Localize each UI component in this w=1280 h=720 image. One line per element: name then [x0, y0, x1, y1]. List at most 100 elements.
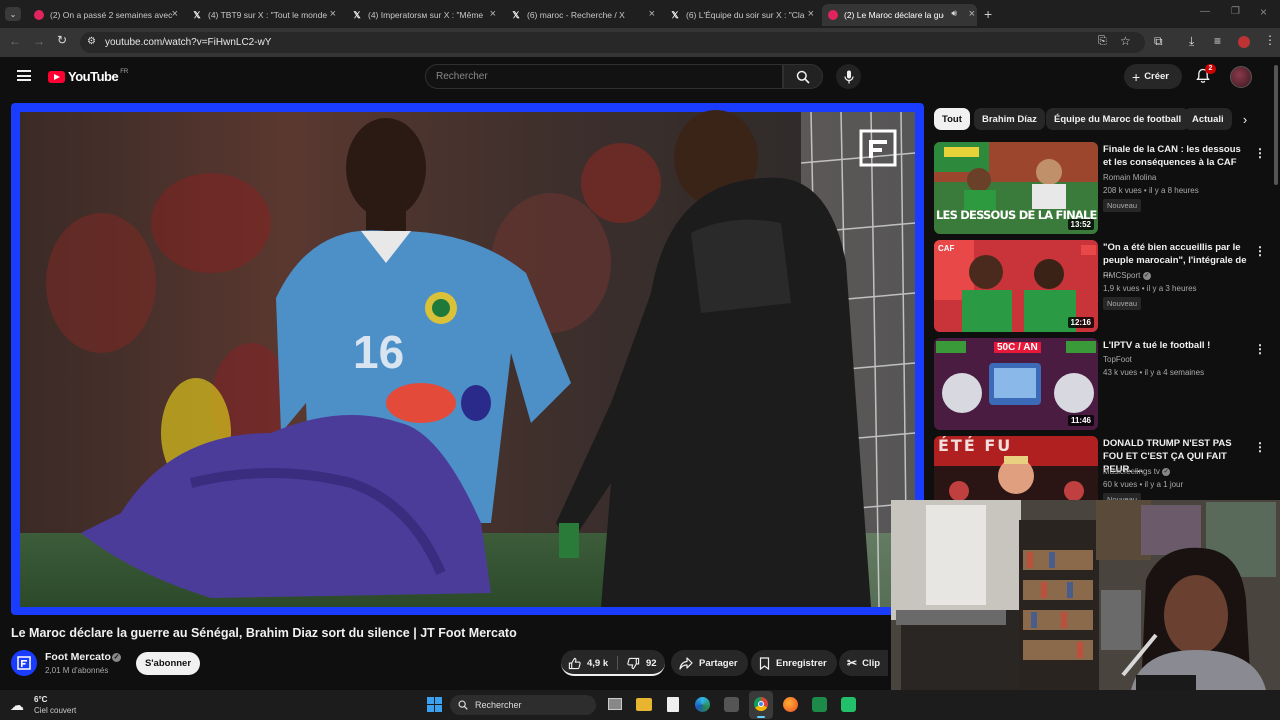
recommendation-channel[interactable]: Musicfeelings tv ✓: [1103, 467, 1171, 476]
video-thumbnail[interactable]: LES DESSOUS DE LA FINALE ! 13:52: [934, 142, 1098, 234]
hamburger-menu-icon[interactable]: [17, 70, 31, 81]
maximize-button[interactable]: ❐: [1231, 6, 1240, 17]
firefox-icon[interactable]: [783, 697, 798, 712]
recommendation-channel[interactable]: RMCSport ✓: [1103, 271, 1151, 280]
thumbs-down-icon: [627, 657, 640, 669]
youtube-logo[interactable]: YouTube FR: [48, 69, 128, 84]
more-options-icon[interactable]: ⋮: [1254, 342, 1266, 356]
address-bar[interactable]: ⚙ youtube.com/watch?v=FiHwnLC2-wY ⎘ ☆: [80, 32, 1145, 53]
youtube-icon: [828, 10, 838, 20]
bookmark-star-icon[interactable]: ☆: [1120, 34, 1131, 48]
chip-all[interactable]: Tout: [934, 108, 970, 130]
forward-button[interactable]: →: [33, 34, 45, 48]
search-input[interactable]: Rechercher: [425, 64, 783, 89]
speaker-icon[interactable]: 🔊︎: [951, 8, 957, 19]
search-placeholder: Rechercher: [436, 71, 488, 82]
url-text[interactable]: youtube.com/watch?v=FiHwnLC2-wY: [105, 37, 271, 48]
close-icon[interactable]: ×: [490, 8, 496, 20]
video-thumbnail[interactable]: ÉTÉ FU: [934, 436, 1098, 502]
browser-tab[interactable]: (2) On a passé 2 semaines avec ×: [28, 4, 180, 26]
site-info-icon[interactable]: ⚙: [87, 36, 96, 47]
close-icon[interactable]: ×: [330, 8, 336, 20]
recommendation-channel[interactable]: Romain Molina: [1103, 173, 1156, 182]
chip-news[interactable]: Actuali: [1184, 108, 1232, 130]
more-options-icon[interactable]: ⋮: [1254, 146, 1266, 160]
recommendation-item[interactable]: 50C / AN 11:46 L'IPTV a tué le football …: [934, 338, 1266, 430]
clip-label: Clip: [862, 657, 881, 669]
channel-avatar[interactable]: [11, 650, 37, 676]
new-badge: Nouveau: [1103, 297, 1142, 310]
notifications-button[interactable]: 2: [1196, 64, 1216, 83]
video-thumbnail[interactable]: CAF 12:16: [934, 240, 1098, 332]
store-icon[interactable]: [724, 697, 739, 712]
close-icon[interactable]: ×: [172, 8, 178, 20]
file-explorer-icon[interactable]: [636, 698, 652, 711]
like-button[interactable]: 4,9 k: [568, 652, 608, 674]
arrow-right-icon: →: [33, 34, 45, 48]
tab-label: (4) Imperatorsм sur X : "Même: [368, 10, 484, 20]
recommendation-item[interactable]: LES DESSOUS DE LA FINALE ! 13:52 Finale …: [934, 142, 1266, 234]
new-tab-button[interactable]: +: [984, 6, 992, 22]
back-button[interactable]: ←: [9, 34, 21, 48]
browser-tab[interactable]: 𝕏 (4) TBT9 sur X : "Tout le monde ×: [186, 4, 338, 26]
app-icon-green[interactable]: [812, 697, 827, 712]
video-player[interactable]: 16: [11, 103, 924, 615]
youtube-icon: [34, 10, 44, 20]
recommendation-title[interactable]: Finale de la CAN : les dessous et les co…: [1103, 143, 1248, 169]
scissors-icon: ✂: [847, 656, 858, 670]
close-icon[interactable]: ×: [969, 8, 975, 20]
tab-search-button[interactable]: ⌄: [5, 7, 21, 21]
search-button[interactable]: [783, 64, 823, 89]
recommendation-title[interactable]: L'IPTV a tué le football !: [1103, 339, 1248, 352]
media-control-icon[interactable]: ≡: [1214, 34, 1221, 48]
minimize-button[interactable]: —: [1200, 6, 1210, 17]
thumbs-up-icon: [568, 657, 581, 669]
install-app-icon[interactable]: ⎘: [1098, 35, 1107, 48]
weather-icon[interactable]: ☁: [10, 697, 24, 714]
recommendation-item[interactable]: CAF 12:16 "On a été bien accueillis par …: [934, 240, 1266, 332]
recommendation-item[interactable]: ÉTÉ FU DONALD TRUMP N'EST PAS FOU ET C'E…: [934, 436, 1264, 502]
edge-icon[interactable]: [695, 697, 710, 712]
more-options-icon[interactable]: ⋮: [1254, 440, 1264, 454]
page-scrollbar[interactable]: [1274, 65, 1278, 185]
more-options-icon[interactable]: ⋮: [1254, 244, 1266, 258]
chip-brahim-diaz[interactable]: Brahim Díaz: [974, 108, 1045, 130]
taskbar-search[interactable]: Rechercher: [450, 695, 596, 715]
channel-name[interactable]: Foot Mercato: [45, 651, 111, 663]
spotify-like-icon[interactable]: [841, 697, 856, 712]
close-icon[interactable]: ×: [808, 8, 814, 20]
download-icon[interactable]: ⤓: [1189, 34, 1194, 49]
windows-start-icon[interactable]: [427, 697, 442, 712]
window-close-button[interactable]: ×: [1260, 5, 1267, 19]
create-button[interactable]: + Créer: [1124, 64, 1182, 89]
browser-tab[interactable]: 𝕏 (4) Imperatorsм sur X : "Même ×: [346, 4, 498, 26]
close-icon[interactable]: ×: [649, 8, 655, 20]
dislike-button[interactable]: 92: [627, 652, 657, 674]
clip-button[interactable]: ✂ Clip: [839, 650, 889, 676]
weather-condition[interactable]: Ciel couvert: [34, 706, 76, 715]
chip-morocco-team[interactable]: Équipe du Maroc de football: [1046, 108, 1190, 130]
chips-next-button[interactable]: ›: [1234, 108, 1256, 130]
extensions-icon[interactable]: ⧉: [1154, 34, 1163, 49]
recommendation-meta: 1,9 k vues • il y a 3 heures: [1103, 284, 1197, 293]
recommendation-channel[interactable]: TopFoot: [1103, 355, 1132, 364]
notepad-icon[interactable]: [667, 697, 679, 712]
profile-avatar[interactable]: [1238, 36, 1250, 48]
windows-taskbar: ☁ 6°C Ciel couvert Rechercher: [0, 690, 1280, 720]
weather-temperature[interactable]: 6°C: [34, 695, 47, 704]
chrome-taskbar-active[interactable]: [749, 691, 773, 719]
account-avatar[interactable]: [1230, 66, 1252, 88]
share-button[interactable]: Partager: [671, 650, 748, 676]
video-thumbnail[interactable]: 50C / AN 11:46: [934, 338, 1098, 430]
subscribe-button[interactable]: S'abonner: [136, 652, 200, 675]
save-button[interactable]: Enregistrer: [751, 650, 837, 676]
task-view-icon[interactable]: [608, 698, 622, 710]
voice-search-button[interactable]: [836, 64, 861, 89]
browser-tab[interactable]: 𝕏 (6) maroc - Recherche / X ×: [505, 4, 657, 26]
browser-tab-strip: ⌄ (2) On a passé 2 semaines avec × 𝕏 (4)…: [0, 0, 1280, 28]
reload-button[interactable]: ↻: [57, 33, 67, 47]
verified-icon: ✓: [1162, 467, 1171, 476]
browser-tab-active[interactable]: (2) Le Maroc déclare la guerre 🔊︎ ×: [822, 4, 977, 26]
browser-menu-icon[interactable]: ⋮: [1264, 33, 1276, 47]
browser-tab[interactable]: 𝕏 (6) L'Équipe du soir sur X : "Cla ×: [664, 4, 816, 26]
